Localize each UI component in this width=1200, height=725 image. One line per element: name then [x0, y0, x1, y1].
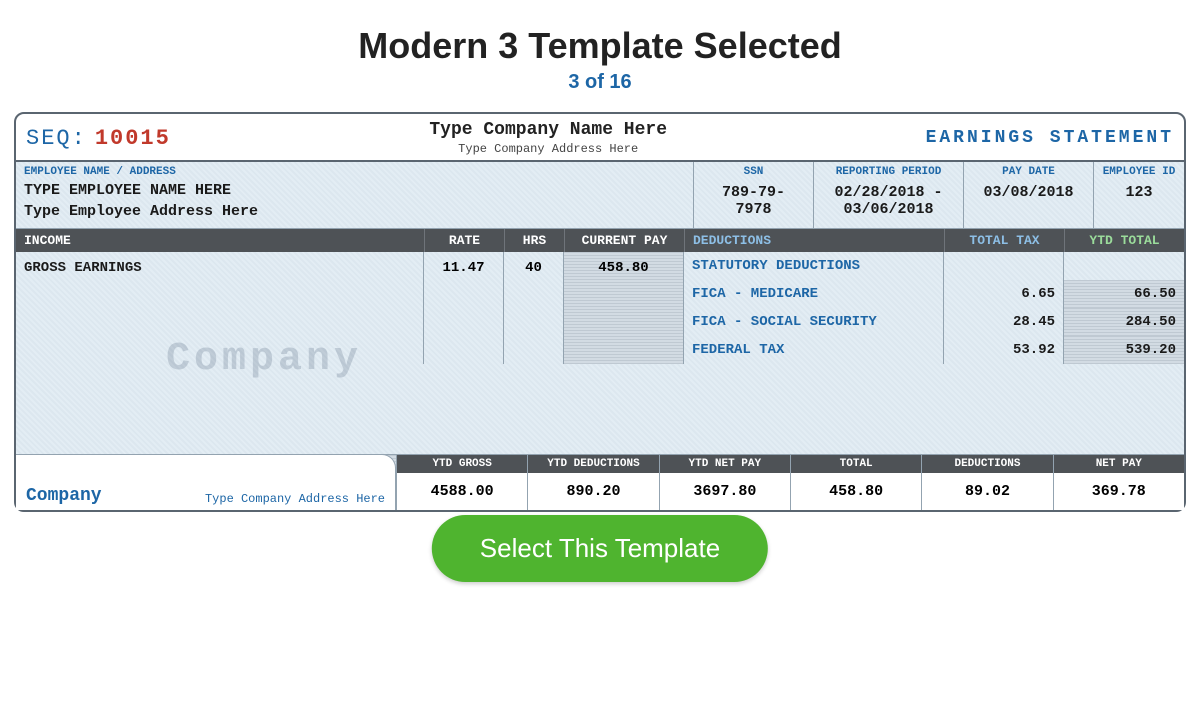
col-hrs: HRS [504, 229, 564, 252]
deduction-line: FEDERAL TAX [684, 336, 943, 364]
deduction-line: FICA - MEDICARE [684, 280, 943, 308]
tot-ytd-ded-value: 890.20 [528, 473, 658, 510]
period-value: 02/28/2018 - 03/06/2018 [822, 178, 955, 224]
tot-ded-label: DEDUCTIONS [922, 455, 1052, 473]
col-ytd-total: YTD TOTAL [1064, 229, 1184, 252]
footer-company-title: Company [26, 486, 102, 506]
ssn-value: 789-79-7978 [702, 178, 805, 224]
tax-spacer [944, 252, 1063, 280]
tot-netpay-value: 369.78 [1054, 473, 1184, 510]
footer-company-box: Company Type Company Address Here [16, 454, 396, 510]
deductions-subheader: STATUTORY DEDUCTIONS [684, 252, 943, 280]
ssn-label: SSN [702, 166, 805, 178]
col-deductions: DEDUCTIONS [684, 229, 944, 252]
deduction-line: FICA - SOCIAL SECURITY [684, 308, 943, 336]
seq-label: SEQ: [26, 126, 87, 151]
employee-name: TYPE EMPLOYEE NAME HERE [24, 182, 685, 199]
company-address: Type Company Address Here [171, 142, 926, 156]
col-rate: RATE [424, 229, 504, 252]
tax-value: 53.92 [944, 336, 1063, 364]
income-rate: 11.47 [423, 252, 503, 364]
page-title: Modern 3 Template Selected [0, 25, 1200, 67]
totals-row: Company Type Company Address Here YTD GR… [16, 454, 1184, 510]
select-template-button[interactable]: Select This Template [432, 515, 768, 582]
ytd-value: 539.20 [1064, 336, 1184, 364]
seq-value: 10015 [95, 126, 171, 151]
tot-ytd-net-value: 3697.80 [660, 473, 790, 510]
tax-value: 28.45 [944, 308, 1063, 336]
employee-heading: EMPLOYEE NAME / ADDRESS [24, 166, 685, 178]
tot-ytd-ded-label: YTD DEDUCTIONS [528, 455, 658, 473]
col-income: INCOME [16, 229, 424, 252]
empid-label: EMPLOYEE ID [1102, 166, 1176, 178]
paystub-template-preview: SEQ: 10015 Type Company Name Here Type C… [14, 112, 1186, 512]
employee-address: Type Employee Address Here [24, 203, 685, 220]
col-total-tax: TOTAL TAX [944, 229, 1064, 252]
tot-ytd-net-label: YTD NET PAY [660, 455, 790, 473]
income-label: GROSS EARNINGS [16, 252, 423, 364]
company-name: Type Company Name Here [171, 120, 926, 140]
earnings-statement-label: EARNINGS STATEMENT [926, 128, 1174, 148]
page-subtitle: 3 of 16 [0, 71, 1200, 94]
ytd-value: 66.50 [1064, 280, 1184, 308]
tot-ytd-gross-label: YTD GROSS [397, 455, 527, 473]
tot-netpay-label: NET PAY [1054, 455, 1184, 473]
employee-info-row: EMPLOYEE NAME / ADDRESS TYPE EMPLOYEE NA… [16, 162, 1184, 229]
tot-ded-value: 89.02 [922, 473, 1052, 510]
paydate-label: PAY DATE [972, 166, 1085, 178]
ytd-spacer [1064, 252, 1184, 280]
footer-company-address: Type Company Address Here [122, 492, 385, 506]
empid-value: 123 [1102, 178, 1176, 207]
period-label: REPORTING PERIOD [822, 166, 955, 178]
income-current: 458.80 [563, 252, 683, 364]
tot-ytd-gross-value: 4588.00 [397, 473, 527, 510]
paydate-value: 03/08/2018 [972, 178, 1085, 207]
income-hrs: 40 [503, 252, 563, 364]
tot-total-value: 458.80 [791, 473, 921, 510]
tax-value: 6.65 [944, 280, 1063, 308]
stub-header-bar: SEQ: 10015 Type Company Name Here Type C… [16, 114, 1184, 160]
tot-total-label: TOTAL [791, 455, 921, 473]
earnings-data-area: GROSS EARNINGS 11.47 40 458.80 STATUTORY… [16, 252, 1184, 364]
ytd-value: 284.50 [1064, 308, 1184, 336]
col-current-pay: CURRENT PAY [564, 229, 684, 252]
column-header-row: INCOME RATE HRS CURRENT PAY DEDUCTIONS T… [16, 229, 1184, 252]
